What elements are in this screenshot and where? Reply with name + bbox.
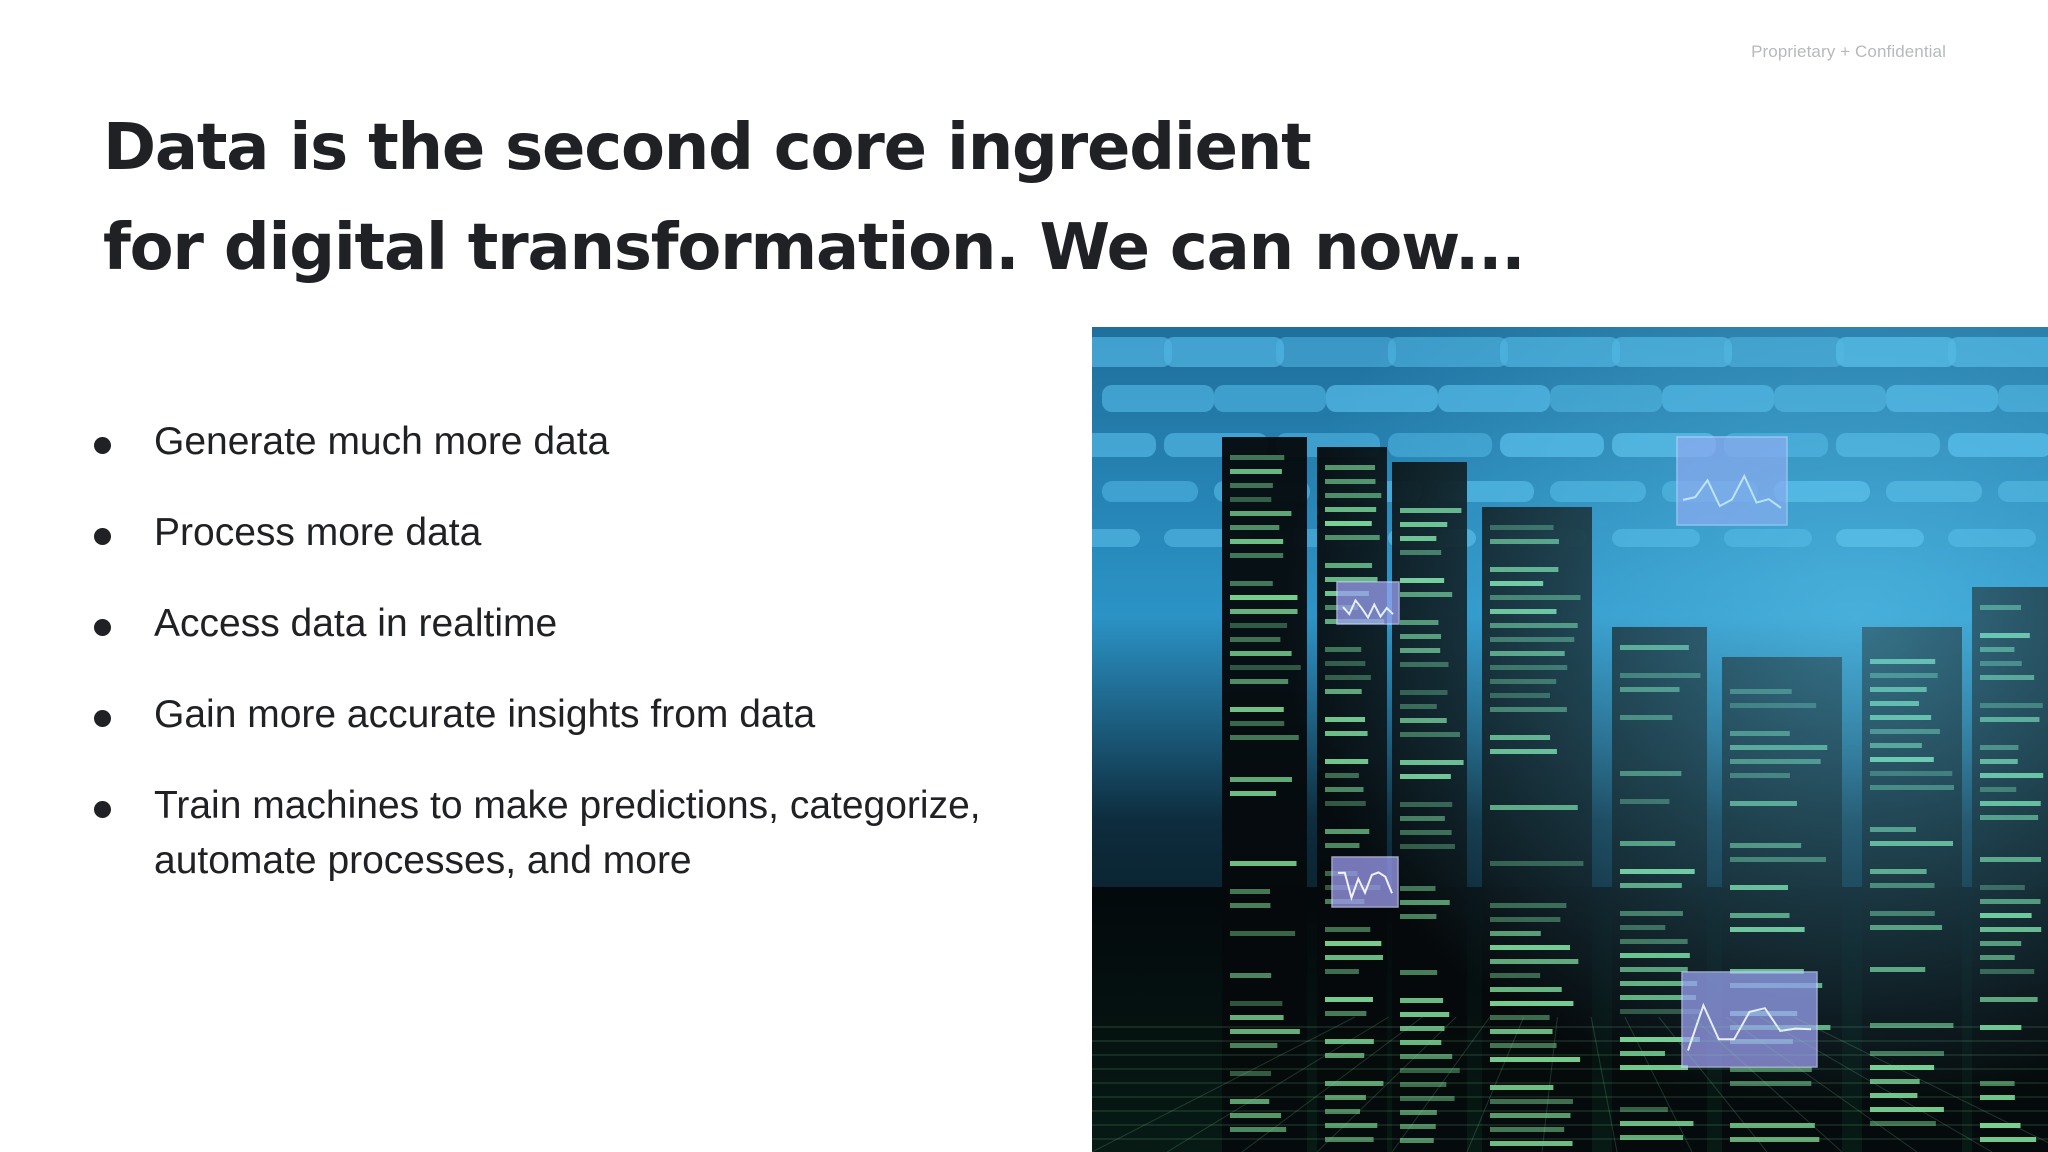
slide-title: Data is the second core ingredient for d…: [103, 98, 1526, 298]
data-center-illustration: [1092, 327, 2048, 1152]
confidential-label: Proprietary + Confidential: [1751, 42, 1946, 61]
photo-glow: [1092, 327, 2048, 1152]
bullet-text: Generate much more data: [154, 420, 610, 463]
bullet-dot-icon: [94, 710, 111, 727]
bullet-item: Train machines to make predictions, cate…: [92, 778, 1052, 888]
bullet-list: Generate much more data Process more dat…: [92, 414, 1052, 924]
bullet-text: Gain more accurate insights from data: [154, 693, 816, 736]
bullet-dot-icon: [94, 619, 111, 636]
slide-title-line-1: Data is the second core ingredient: [103, 111, 1312, 185]
bullet-text: Process more data: [154, 511, 482, 554]
slide-title-line-2: for digital transformation. We can now..…: [103, 211, 1526, 285]
bullet-dot-icon: [94, 801, 111, 818]
bullet-item: Gain more accurate insights from data: [92, 687, 1052, 742]
bullet-item: Access data in realtime: [92, 596, 1052, 651]
bullet-item: Process more data: [92, 505, 1052, 560]
bullet-item: Generate much more data: [92, 414, 1052, 469]
bullet-text: Access data in realtime: [154, 602, 558, 645]
bullet-dot-icon: [94, 528, 111, 545]
bullet-text: Train machines to make predictions, cate…: [154, 784, 981, 882]
data-center-photo: [1092, 327, 2048, 1152]
slide: Proprietary + Confidential Data is the s…: [0, 0, 2048, 1152]
bullet-dot-icon: [94, 437, 111, 454]
